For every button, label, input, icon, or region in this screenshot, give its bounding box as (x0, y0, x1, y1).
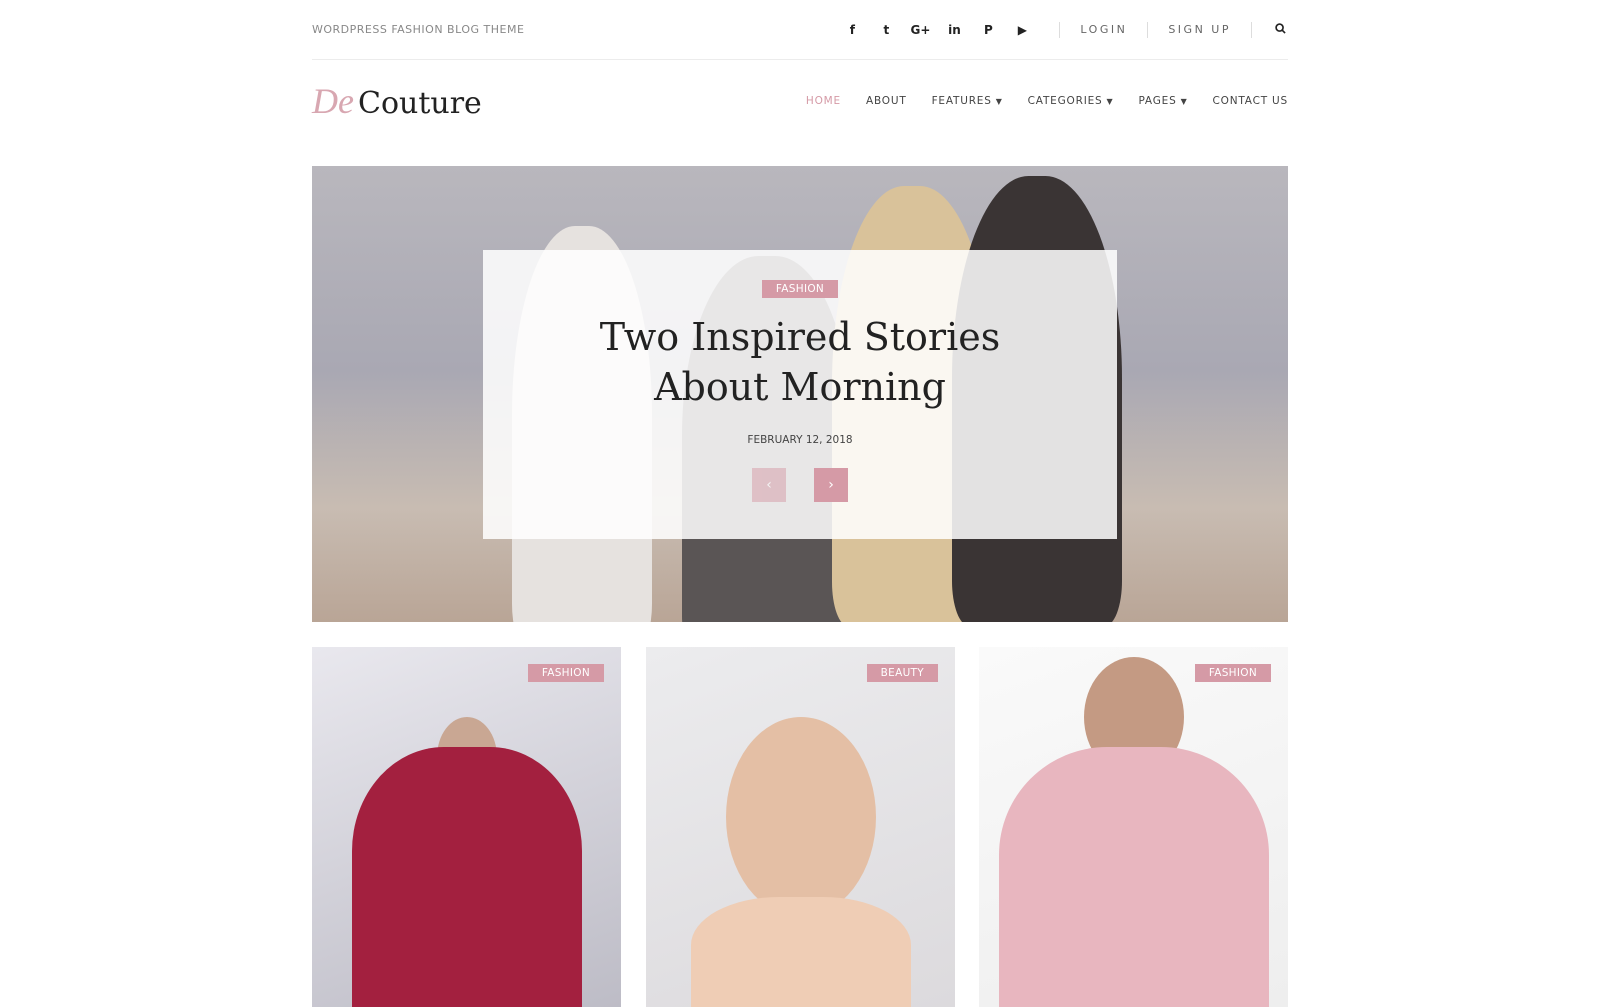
nav-label: CATEGORIES (1027, 95, 1103, 107)
main-header: De Couture HOME ABOUT FEATURES ▼ CATEGORIE… (312, 60, 1288, 142)
prev-slide-button[interactable]: ‹ (752, 468, 786, 502)
post-image (351, 747, 582, 1007)
nav-features[interactable]: FEATURES ▼ (932, 95, 1003, 107)
signup-link[interactable]: SIGN UP (1168, 23, 1231, 36)
post-image (998, 747, 1269, 1007)
nav-contact[interactable]: CONTACT US (1213, 95, 1288, 107)
top-bar: WORDPRESS FASHION BLOG THEME f t G+ in P… (312, 0, 1288, 60)
post-image (690, 897, 911, 1007)
category-badge[interactable]: BEAUTY (866, 664, 938, 682)
post-card[interactable]: FASHION (312, 647, 621, 1007)
twitter-icon[interactable]: t (869, 23, 903, 37)
caret-down-icon: ▼ (995, 97, 1003, 106)
login-link[interactable]: LOGIN (1080, 23, 1127, 36)
main-nav: HOME ABOUT FEATURES ▼ CATEGORIES ▼ PAGES ▼ … (806, 95, 1288, 107)
logo-name: Couture (357, 86, 482, 121)
post-image (725, 717, 876, 917)
title-line: About Morning (654, 365, 946, 409)
logo[interactable]: De Couture (312, 80, 482, 122)
hero-slider: FASHION Two Inspired Stories About Mornin… (312, 166, 1288, 622)
nav-home[interactable]: HOME (806, 95, 841, 107)
slide-caption: FASHION Two Inspired Stories About Mornin… (483, 250, 1117, 539)
search-icon[interactable] (1272, 22, 1288, 37)
category-badge[interactable]: FASHION (527, 664, 604, 682)
divider (1059, 21, 1061, 38)
nav-categories[interactable]: CATEGORIES ▼ (1028, 95, 1114, 107)
tagline: WORDPRESS FASHION BLOG THEME (312, 23, 525, 36)
linkedin-icon[interactable]: in (937, 23, 971, 37)
nav-about[interactable]: ABOUT (866, 95, 907, 107)
post-date: FEBRUARY 12, 2018 (747, 434, 853, 446)
next-slide-button[interactable]: › (814, 468, 848, 502)
nav-label: FEATURES (931, 95, 992, 107)
google-plus-icon[interactable]: G+ (903, 23, 937, 37)
pinterest-icon[interactable]: P (971, 23, 1005, 37)
slide-title[interactable]: Two Inspired Stories About Morning (483, 312, 1117, 412)
youtube-icon[interactable]: ▶ (1005, 23, 1039, 37)
post-card[interactable]: BEAUTY (646, 647, 955, 1007)
logo-script: De (312, 81, 354, 121)
category-badge[interactable]: FASHION (761, 280, 839, 298)
divider (1251, 21, 1252, 38)
caret-down-icon: ▼ (1180, 97, 1188, 106)
divider (1147, 21, 1149, 38)
caret-down-icon: ▼ (1106, 97, 1114, 106)
category-badge[interactable]: FASHION (1194, 664, 1271, 682)
nav-pages[interactable]: PAGES ▼ (1138, 95, 1187, 107)
title-line: Two Inspired Stories (599, 315, 1001, 359)
facebook-icon[interactable]: f (835, 23, 869, 37)
nav-label: PAGES (1138, 95, 1177, 107)
post-card[interactable]: FASHION (979, 647, 1288, 1007)
